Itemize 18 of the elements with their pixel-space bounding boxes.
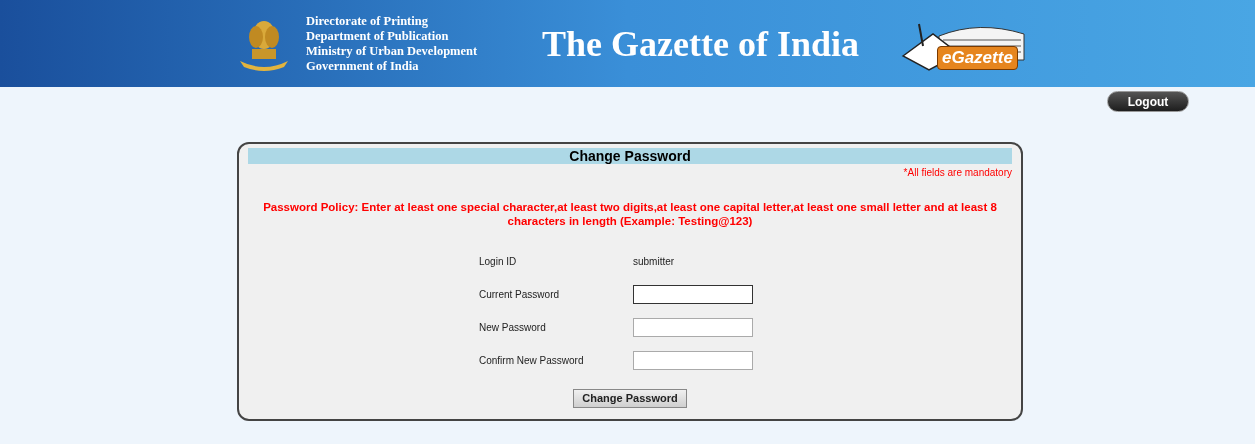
field-label: Current Password — [479, 288, 561, 302]
organization-line: Department of Publication — [306, 28, 450, 44]
login-id-value: submitter — [633, 255, 675, 269]
site-title: The Gazette of India — [542, 22, 859, 66]
field-label: New Password — [479, 321, 547, 335]
field-label: Login ID — [479, 255, 518, 269]
field-label: Confirm New Password — [479, 354, 585, 368]
change-password-button[interactable]: Change Password — [573, 389, 687, 408]
password-field[interactable] — [633, 351, 753, 370]
panel-title: Change Password — [248, 148, 1012, 164]
mandatory-note: *All fields are mandatory — [902, 166, 1012, 180]
organization-line: Directorate of Printing — [306, 13, 429, 29]
password-policy: Password Policy: Enter at least one special character,at least two digits,at least one capital letter,at least one small letter and at least 8 characters in length (Example: Testing@123) — [262, 200, 998, 228]
password-field[interactable] — [633, 285, 753, 304]
organization-line: Government of India — [306, 58, 420, 74]
password-field[interactable] — [633, 318, 753, 337]
organization-line: Ministry of Urban Development — [306, 43, 479, 59]
logout-button[interactable]: Logout — [1107, 91, 1189, 112]
